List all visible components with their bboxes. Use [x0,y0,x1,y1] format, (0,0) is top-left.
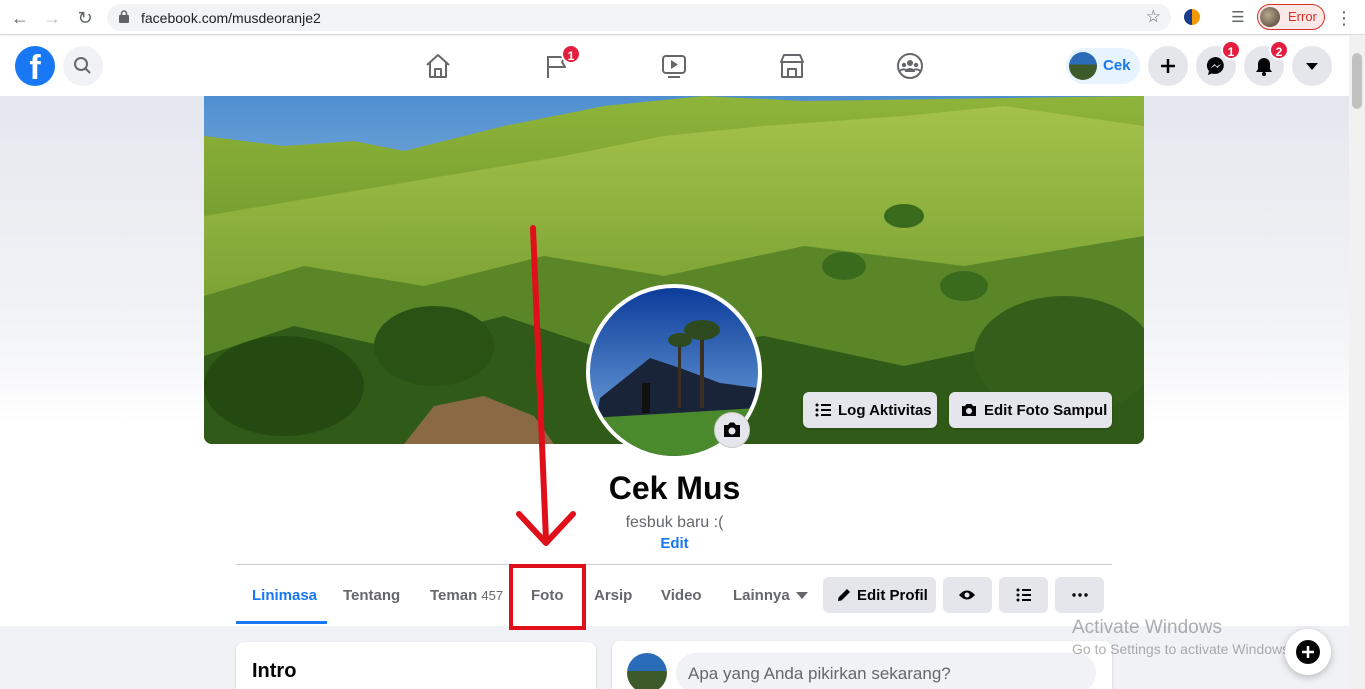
annotation-highlight-box [509,564,586,630]
page-scrollbar[interactable] [1349,36,1365,689]
annotation-arrow [516,225,576,546]
scrollbar-thumb[interactable] [1352,53,1362,109]
